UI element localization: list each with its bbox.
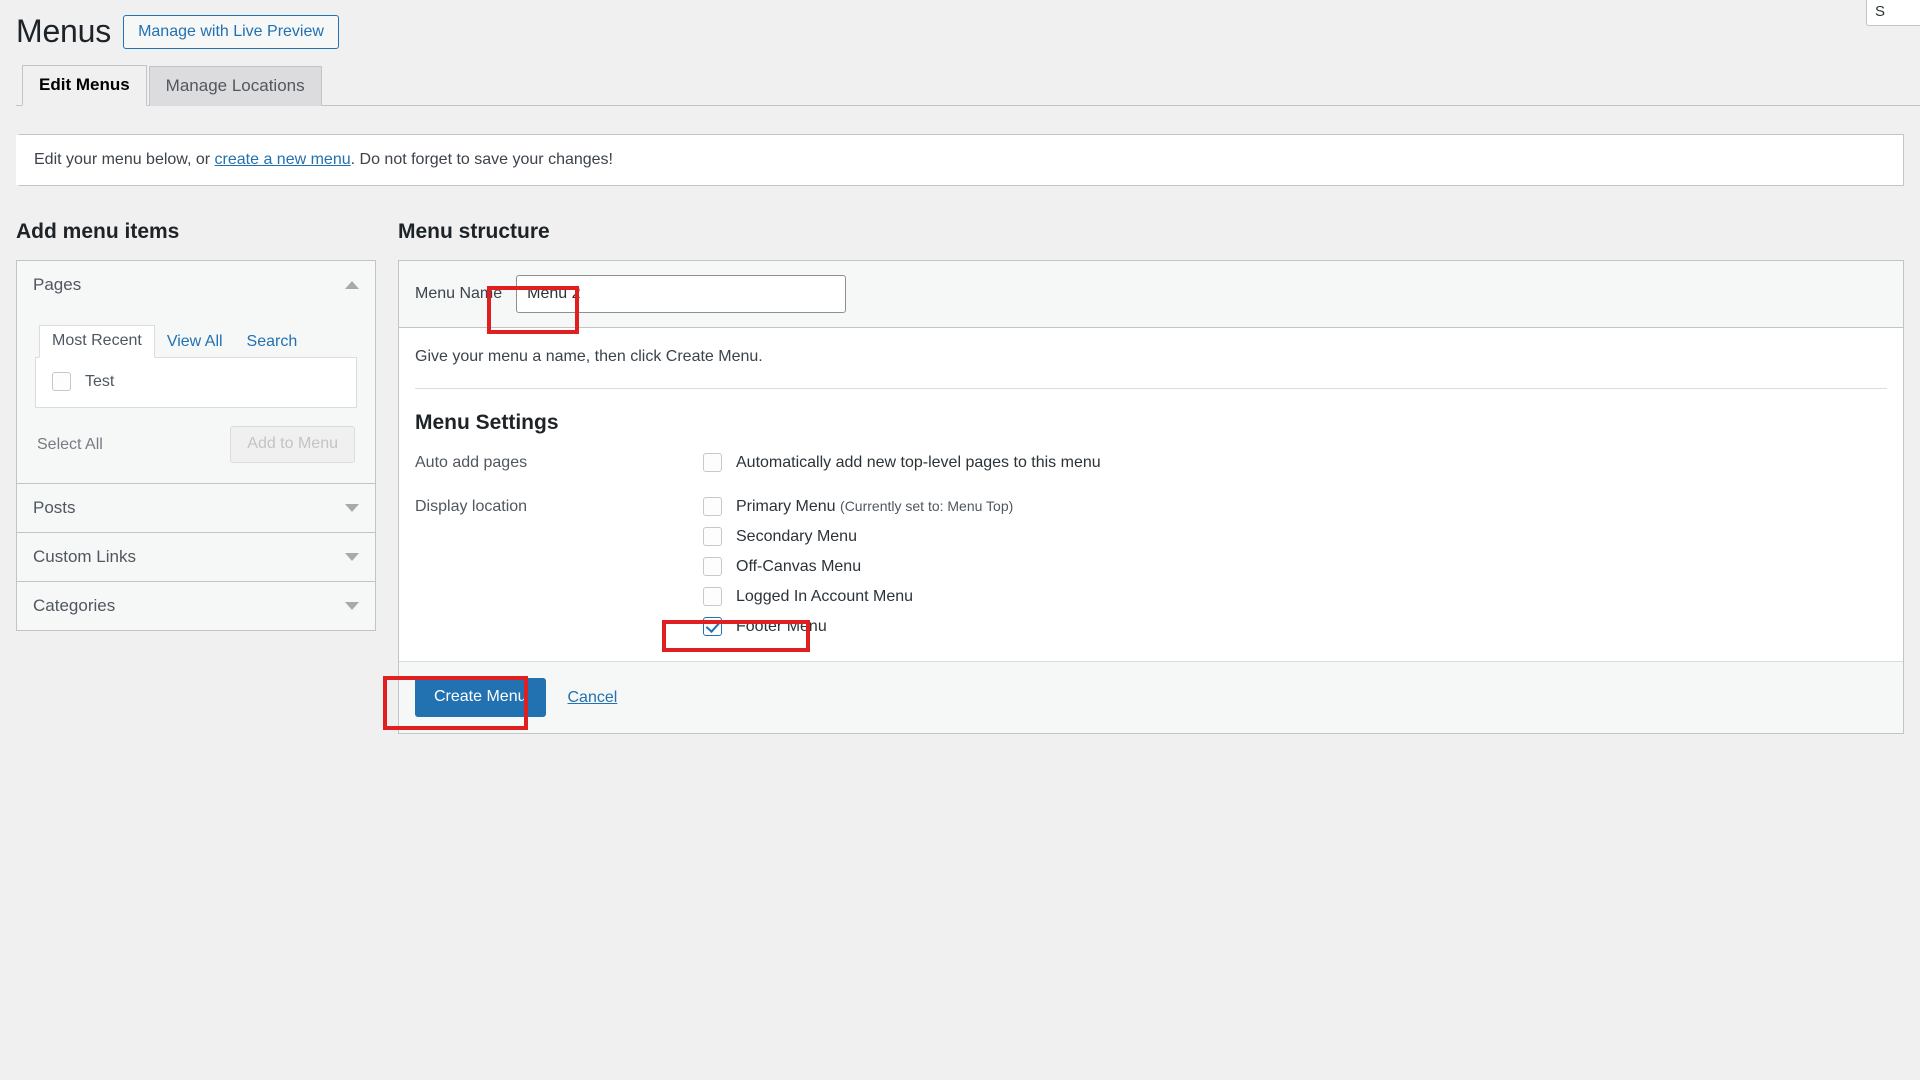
accordion-title-posts: Posts [33, 498, 76, 517]
menu-settings-title: Menu Settings [415, 411, 559, 434]
menu-name-row: Menu Name [399, 261, 1903, 328]
location-checkbox-primary-menu[interactable] [703, 497, 722, 516]
accordion-title-pages: Pages [33, 275, 82, 294]
notice-text-after: . Do not forget to save your changes! [350, 151, 613, 168]
create-a-new-menu-link[interactable]: create a new menu [215, 151, 351, 168]
auto-add-pages-label: Auto add pages [415, 454, 528, 471]
accordion-panel-custom-links: Custom Links [17, 533, 375, 582]
menu-structure-column: Menu structure Menu Name Give your menu … [398, 220, 1904, 734]
list-item[interactable]: Test [52, 372, 340, 391]
pages-actions-row: Select All Add to Menu [35, 408, 357, 471]
accordion-header-custom-links[interactable]: Custom Links [17, 533, 375, 581]
add-to-menu-button: Add to Menu [230, 426, 355, 463]
add-menu-items-accordion: Pages Most Recent View All Search Test S… [16, 260, 376, 631]
add-menu-items-heading: Add menu items [16, 220, 180, 243]
chevron-down-icon[interactable] [345, 602, 359, 610]
menu-notice: Edit your menu below, or create a new me… [16, 134, 1904, 186]
pages-tab-view-all[interactable]: View All [155, 327, 235, 358]
chevron-down-icon[interactable] [345, 504, 359, 512]
corner-partial-box: S [1866, 0, 1920, 26]
accordion-panel-categories: Categories [17, 582, 375, 630]
section-divider [415, 388, 1887, 389]
location-label-logged-in-account-menu: Logged In Account Menu [736, 587, 914, 605]
location-option-secondary-menu[interactable]: Secondary Menu [703, 527, 1887, 557]
location-checkbox-footer-menu[interactable] [703, 617, 722, 636]
menu-structure-panel: Menu Name Give your menu a name, then cl… [398, 260, 1904, 734]
auto-add-pages-option-label: Automatically add new top-level pages to… [736, 453, 1101, 471]
location-label-primary-menu: Primary Menu [736, 497, 836, 515]
accordion-body-pages: Most Recent View All Search Test Select … [17, 309, 375, 483]
pages-tab-search[interactable]: Search [235, 327, 310, 358]
add-menu-items-column: Add menu items Pages Most Recent View Al… [16, 220, 376, 631]
location-label-secondary-menu: Secondary Menu [736, 527, 857, 545]
page-header: Menus Manage with Live Preview [0, 0, 1920, 52]
setting-row-display-location: Display location Primary Menu (Currently… [415, 497, 1887, 661]
tab-edit-menus[interactable]: Edit Menus [22, 64, 147, 106]
menu-structure-hint: Give your menu a name, then click Create… [415, 348, 763, 365]
accordion-panel-posts: Posts [17, 484, 375, 533]
location-option-off-canvas-menu[interactable]: Off-Canvas Menu [703, 557, 1887, 587]
location-option-logged-in-account-menu[interactable]: Logged In Account Menu [703, 587, 1887, 617]
location-label-off-canvas-menu: Off-Canvas Menu [736, 557, 862, 575]
cancel-link[interactable]: Cancel [568, 689, 618, 707]
location-checkbox-logged-in-account-menu[interactable] [703, 587, 722, 606]
tab-manage-locations[interactable]: Manage Locations [148, 65, 322, 106]
menu-structure-body: Give your menu a name, then click Create… [399, 328, 1903, 661]
location-checkbox-off-canvas-menu[interactable] [703, 557, 722, 576]
display-location-label: Display location [415, 498, 528, 515]
location-option-footer-menu[interactable]: Footer Menu [703, 617, 1887, 647]
pages-most-recent-panel: Test [35, 358, 357, 408]
page-checkbox-test[interactable] [52, 372, 71, 391]
auto-add-pages-option[interactable]: Automatically add new top-level pages to… [703, 453, 1887, 483]
accordion-header-pages[interactable]: Pages [17, 261, 375, 309]
auto-add-pages-options: Automatically add new top-level pages to… [703, 453, 1887, 483]
accordion-panel-pages: Pages Most Recent View All Search Test S… [17, 261, 375, 484]
menu-name-label: Menu Name [415, 285, 503, 302]
location-checkbox-secondary-menu[interactable] [703, 527, 722, 546]
corner-partial-text: S [1875, 3, 1886, 20]
accordion-title-categories: Categories [33, 596, 116, 615]
pages-inner-tabs: Most Recent View All Search [35, 325, 357, 358]
location-note-primary-menu: (Currently set to: Menu Top) [840, 497, 1014, 514]
display-location-options: Primary Menu (Currently set to: Menu Top… [703, 497, 1887, 647]
create-menu-button[interactable]: Create Menu [415, 678, 546, 717]
notice-text-before: Edit your menu below, or [34, 151, 215, 168]
accordion-header-posts[interactable]: Posts [17, 484, 375, 532]
menus-columns: Add menu items Pages Most Recent View Al… [0, 220, 1920, 734]
setting-row-auto-add-pages: Auto add pages Automatically add new top… [415, 453, 1887, 497]
location-label-footer-menu: Footer Menu [736, 617, 827, 635]
pages-tab-most-recent[interactable]: Most Recent [39, 325, 155, 358]
menu-name-input[interactable] [516, 275, 847, 313]
menu-structure-heading: Menu structure [398, 220, 550, 243]
chevron-up-icon[interactable] [345, 281, 359, 289]
page-label-test: Test [85, 372, 115, 390]
accordion-title-custom-links: Custom Links [33, 547, 136, 566]
chevron-down-icon[interactable] [345, 553, 359, 561]
auto-add-pages-checkbox[interactable] [703, 453, 722, 472]
location-option-primary-menu[interactable]: Primary Menu (Currently set to: Menu Top… [703, 497, 1887, 527]
menu-submit-row: Create Menu Cancel [399, 661, 1903, 733]
nav-tab-bar: Edit Menus Manage Locations [16, 64, 1920, 106]
select-all-link[interactable]: Select All [37, 436, 103, 454]
page-title: Menus [16, 13, 112, 50]
manage-with-live-preview-button[interactable]: Manage with Live Preview [123, 14, 339, 50]
accordion-header-categories[interactable]: Categories [17, 582, 375, 630]
